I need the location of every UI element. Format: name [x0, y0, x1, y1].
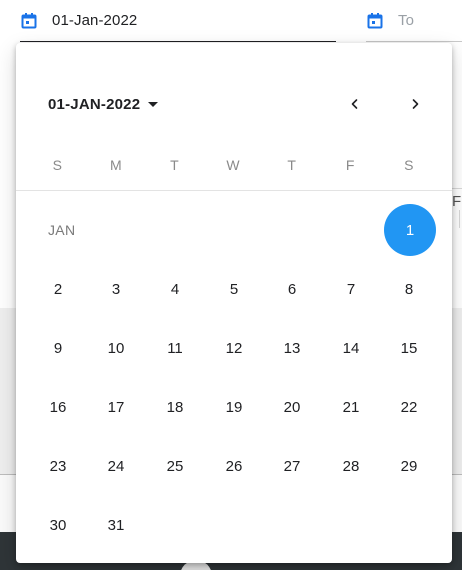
date-range-picker-screen: F 01-Jan-2022 To 01-JAN-2022 S M T W T F…	[0, 0, 462, 570]
chevron-right-icon	[412, 99, 419, 109]
weekday-label: S	[404, 157, 414, 173]
calendar-icon[interactable]	[366, 12, 384, 30]
day-cell[interactable]: 7	[331, 269, 371, 309]
day-cell[interactable]: 13	[272, 328, 312, 368]
day-cell[interactable]: 14	[331, 328, 371, 368]
day-cell[interactable]: 28	[331, 446, 371, 486]
day-cell[interactable]: 26	[214, 446, 254, 486]
chevron-left-icon	[351, 99, 358, 109]
day-cell[interactable]: 9	[38, 328, 78, 368]
day-cell[interactable]: 21	[331, 387, 371, 427]
day-cell[interactable]: 10	[96, 328, 136, 368]
to-date-field[interactable]: To	[366, 0, 462, 42]
day-cell[interactable]: 25	[155, 446, 195, 486]
day-cell[interactable]: 17	[96, 387, 136, 427]
day-cell[interactable]: 31	[96, 505, 136, 545]
calendar-popup: 01-JAN-2022 S M T W T F S JAN 1 2 3 4 5 …	[16, 43, 452, 563]
background-divider	[459, 210, 460, 228]
header-divider	[16, 190, 452, 191]
day-cell[interactable]: 5	[214, 269, 254, 309]
day-cell[interactable]: 20	[272, 387, 312, 427]
day-cell[interactable]: 27	[272, 446, 312, 486]
day-cell[interactable]: 29	[389, 446, 429, 486]
from-date-value[interactable]: 01-Jan-2022	[52, 12, 137, 29]
day-cell[interactable]: 24	[96, 446, 136, 486]
day-cell-selected[interactable]: 1	[384, 204, 436, 256]
day-cell[interactable]: 23	[38, 446, 78, 486]
next-month-button[interactable]	[402, 91, 428, 117]
day-cell[interactable]: 8	[389, 269, 429, 309]
to-date-placeholder[interactable]: To	[398, 12, 414, 29]
period-label: 01-JAN-2022	[48, 95, 141, 113]
weekday-label: T	[170, 157, 179, 173]
weekday-label: W	[226, 157, 240, 173]
calendar-icon[interactable]	[20, 12, 38, 30]
background-text: F	[452, 193, 462, 210]
previous-month-button[interactable]	[342, 91, 368, 117]
period-selector-button[interactable]: 01-JAN-2022	[48, 95, 159, 113]
day-cell[interactable]: 4	[155, 269, 195, 309]
day-cell[interactable]: 3	[96, 269, 136, 309]
weekday-label: F	[345, 157, 355, 173]
calendar-header: 01-JAN-2022	[16, 85, 452, 123]
day-cell[interactable]: 22	[389, 387, 429, 427]
day-cell[interactable]: 15	[389, 328, 429, 368]
weekday-header-row: S M T W T F S	[28, 157, 438, 183]
day-cell[interactable]: 2	[38, 269, 78, 309]
day-cell[interactable]: 11	[155, 328, 195, 368]
day-cell[interactable]: 19	[214, 387, 254, 427]
caret-down-icon	[148, 101, 159, 107]
weekday-label: S	[52, 157, 62, 173]
day-cell[interactable]: 6	[272, 269, 312, 309]
from-date-field[interactable]: 01-Jan-2022	[20, 0, 336, 42]
day-cell[interactable]: 12	[214, 328, 254, 368]
day-cell[interactable]: 18	[155, 387, 195, 427]
day-cell[interactable]: 16	[38, 387, 78, 427]
weekday-label: T	[287, 157, 296, 173]
month-label: JAN	[48, 222, 76, 238]
background-divider	[451, 188, 462, 189]
day-cell[interactable]: 30	[38, 505, 78, 545]
weekday-label: M	[110, 157, 122, 173]
